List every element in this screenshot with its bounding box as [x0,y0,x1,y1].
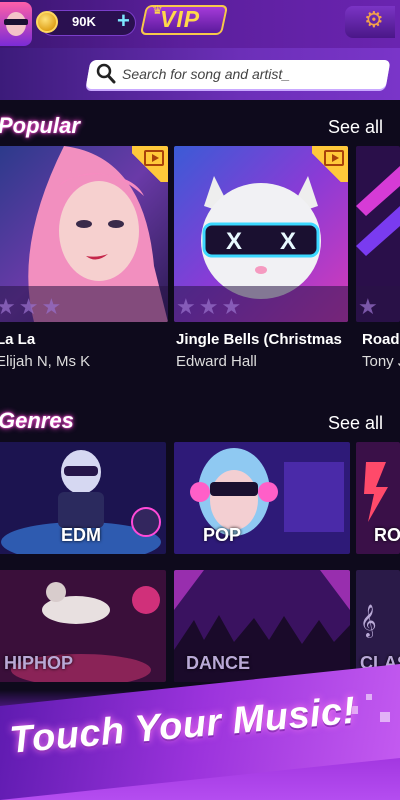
video-badge [132,146,168,182]
genres-title: Genres [0,408,74,433]
genre-card-rock[interactable]: RO [356,442,400,554]
genre-label: RO [374,525,400,545]
genre-label: HIPHOP [4,653,74,673]
gear-icon: ⚙ [364,7,384,32]
song-card-3[interactable]: ★ [356,146,400,322]
video-badge [312,146,348,182]
rating-stars: ★ ★ ★ [176,296,241,318]
rating-stars: ★ [358,296,378,318]
song-title-1: La La [0,331,36,348]
decor-pixel [380,712,390,722]
video-icon [324,150,344,166]
coin-icon [36,11,58,33]
song-card-1[interactable]: ★ ★ ★ [0,146,168,322]
genre-card-hiphop[interactable]: HIPHOP [0,570,166,682]
song-card-2[interactable]: X X ★ ★ ★ [174,146,348,322]
star-icon: ★ [18,294,39,319]
popular-see-all-link[interactable]: See all [328,117,383,138]
star-icon: ★ [198,294,219,319]
popular-title: Popular [0,113,80,138]
star-icon: ★ [176,294,196,319]
star-icon: ★ [221,294,242,319]
genre-label: EDM [61,525,101,545]
decor-pixel [366,694,372,700]
genre-label: DANCE [185,653,250,673]
star-icon: ★ [41,294,62,319]
star-icon: ★ [358,294,378,319]
search-icon [96,63,116,84]
svg-text:X: X [280,228,296,255]
avatar-glasses [4,19,28,25]
rating-stars: ★ ★ ★ [0,296,61,318]
svg-text:𝄞: 𝄞 [360,604,377,638]
video-icon [144,150,164,166]
song-title-3: Road [362,331,400,348]
search-placeholder: Search for song and artist_ [122,66,291,82]
add-coins-button[interactable]: + [117,9,130,33]
avatar[interactable] [0,2,32,46]
song-artist-3: Tony J [362,353,400,370]
genre-card-dance[interactable]: DANCE [174,570,350,682]
coin-count: 90K [72,14,96,29]
song-artist-2: Edward Hall [176,353,257,370]
genre-label: POP [202,525,241,545]
star-icon: ★ [0,294,16,319]
song-artist-1: Elijah N, Ms K [0,353,91,370]
genre-card-pop[interactable]: POP [174,442,350,554]
song-title-2: Jingle Bells (Christmas [176,331,342,348]
svg-text:X: X [226,228,242,255]
vip-label: VIP [160,6,201,32]
genre-card-edm[interactable]: EDM [0,442,166,554]
genres-see-all-link[interactable]: See all [328,413,383,434]
